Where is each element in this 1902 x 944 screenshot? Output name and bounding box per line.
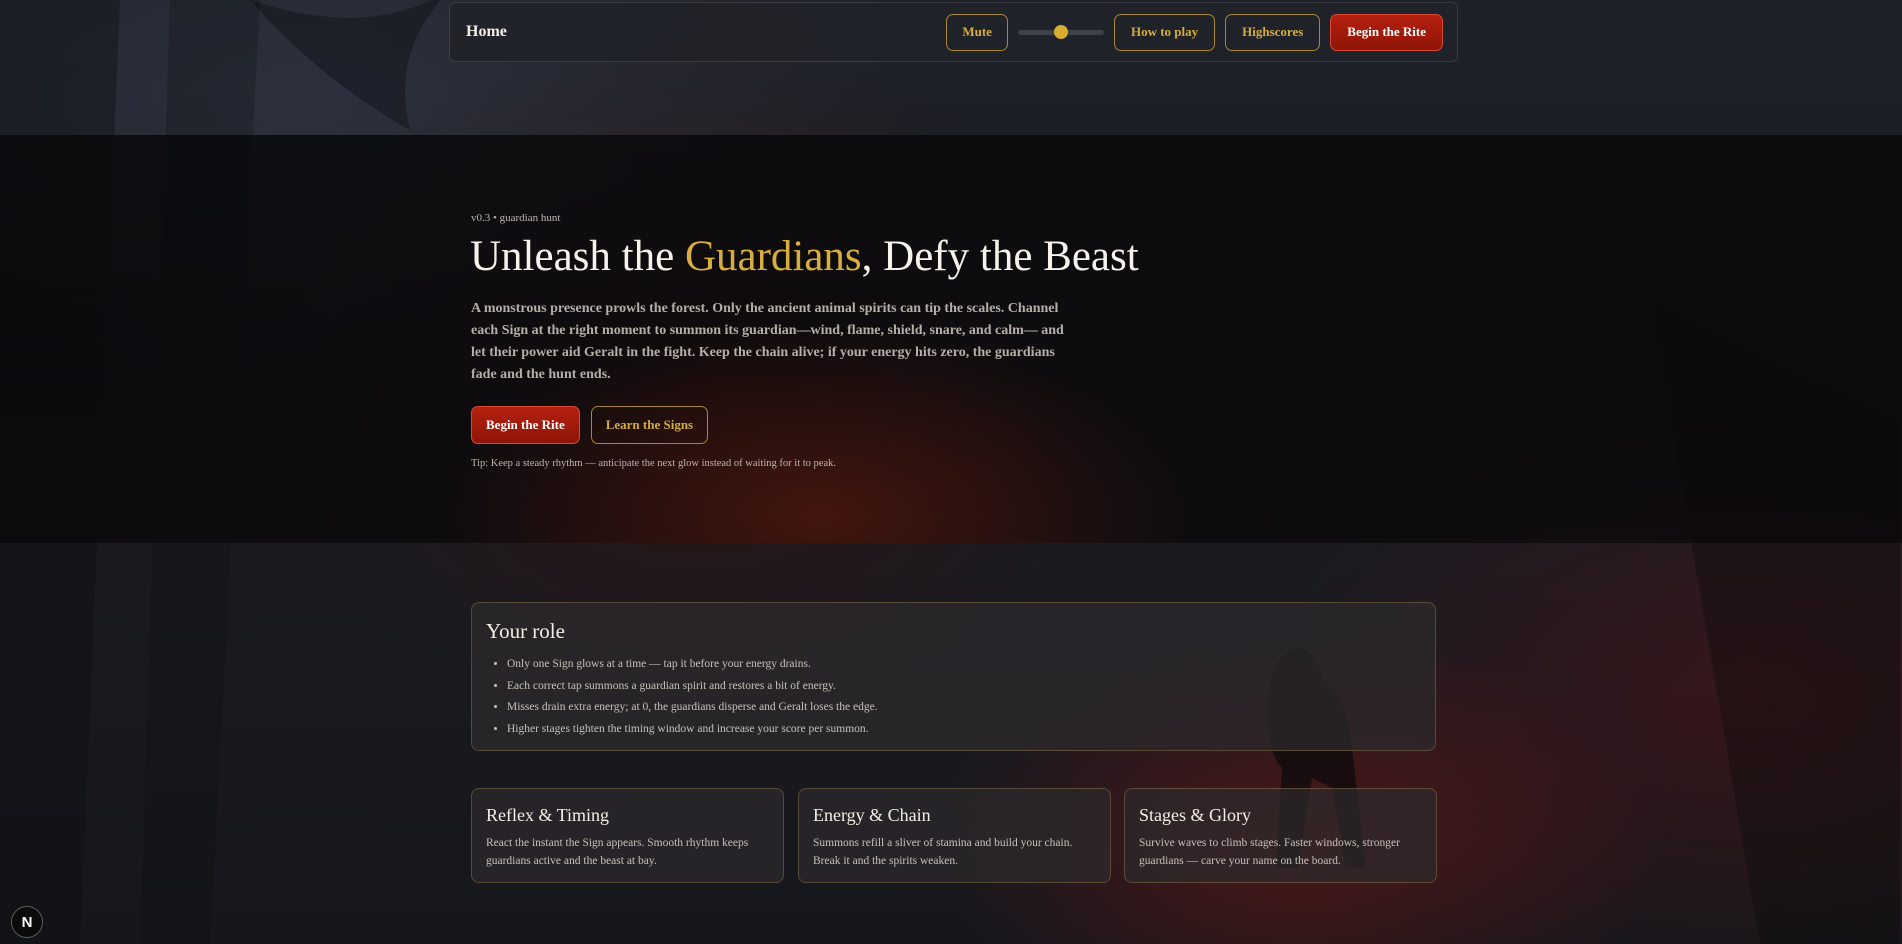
role-title: Your role [486,619,565,643]
hero-actions: Begin the Rite Learn the Signs [471,406,709,444]
nav-begin-rite-button[interactable]: Begin the Rite [1330,13,1443,51]
hero-description: A monstrous presence prowls the forest. … [471,301,1064,382]
role-list: Only one Sign glows at a time — tap it b… [486,654,1421,741]
feature-title: Stages & Glory [1139,805,1251,825]
home-link[interactable]: Home [466,23,507,41]
hero-title-pre: Unleash the [470,233,685,280]
feature-text: React the instant the Sign appears. Smoo… [486,837,749,867]
feature-text: Summons refill a sliver of stamina and b… [813,837,1073,867]
top-nav: Home Mute How to play Highscores Begin t… [449,2,1458,62]
hero-title-accent: Guardians [684,233,862,280]
role-list-item: Misses drain extra energy; at 0, the gua… [507,697,1421,719]
feature-title: Energy & Chain [813,805,931,825]
hero-title-post: , Defy the Beast [861,233,1139,280]
feature-text: Survive waves to climb stages. Faster wi… [1139,837,1400,867]
version-label: v0.3 • guardian hunt [471,212,561,224]
dev-tools-badge-icon[interactable]: N [11,906,43,938]
feature-card-reflex: Reflex & Timing React the instant the Si… [471,788,784,883]
role-list-item: Each correct tap summons a guardian spir… [507,676,1421,698]
learn-signs-button[interactable]: Learn the Signs [590,406,709,444]
volume-slider-thumb[interactable] [1053,25,1068,39]
how-to-play-button[interactable]: How to play [1113,13,1216,51]
mute-button[interactable]: Mute [946,13,1008,51]
volume-slider[interactable] [1017,25,1104,39]
role-list-item: Only one Sign glows at a time — tap it b… [507,654,1421,676]
feature-card-stages: Stages & Glory Survive waves to climb st… [1124,788,1437,883]
highscores-button[interactable]: Highscores [1225,13,1321,51]
role-card: Your role Only one Sign glows at a time … [471,602,1436,751]
feature-card-energy: Energy & Chain Summons refill a sliver o… [798,788,1111,883]
nav-actions: Mute How to play Highscores Begin the Ri… [946,13,1443,51]
tip-text: Tip: Keep a steady rhythm — anticipate t… [471,458,836,469]
feature-title: Reflex & Timing [486,805,610,825]
hero-title: Unleash the Guardians, Defy the Beast [470,232,1139,281]
role-list-item: Higher stages tighten the timing window … [507,719,1421,741]
begin-rite-button[interactable]: Begin the Rite [471,406,580,444]
